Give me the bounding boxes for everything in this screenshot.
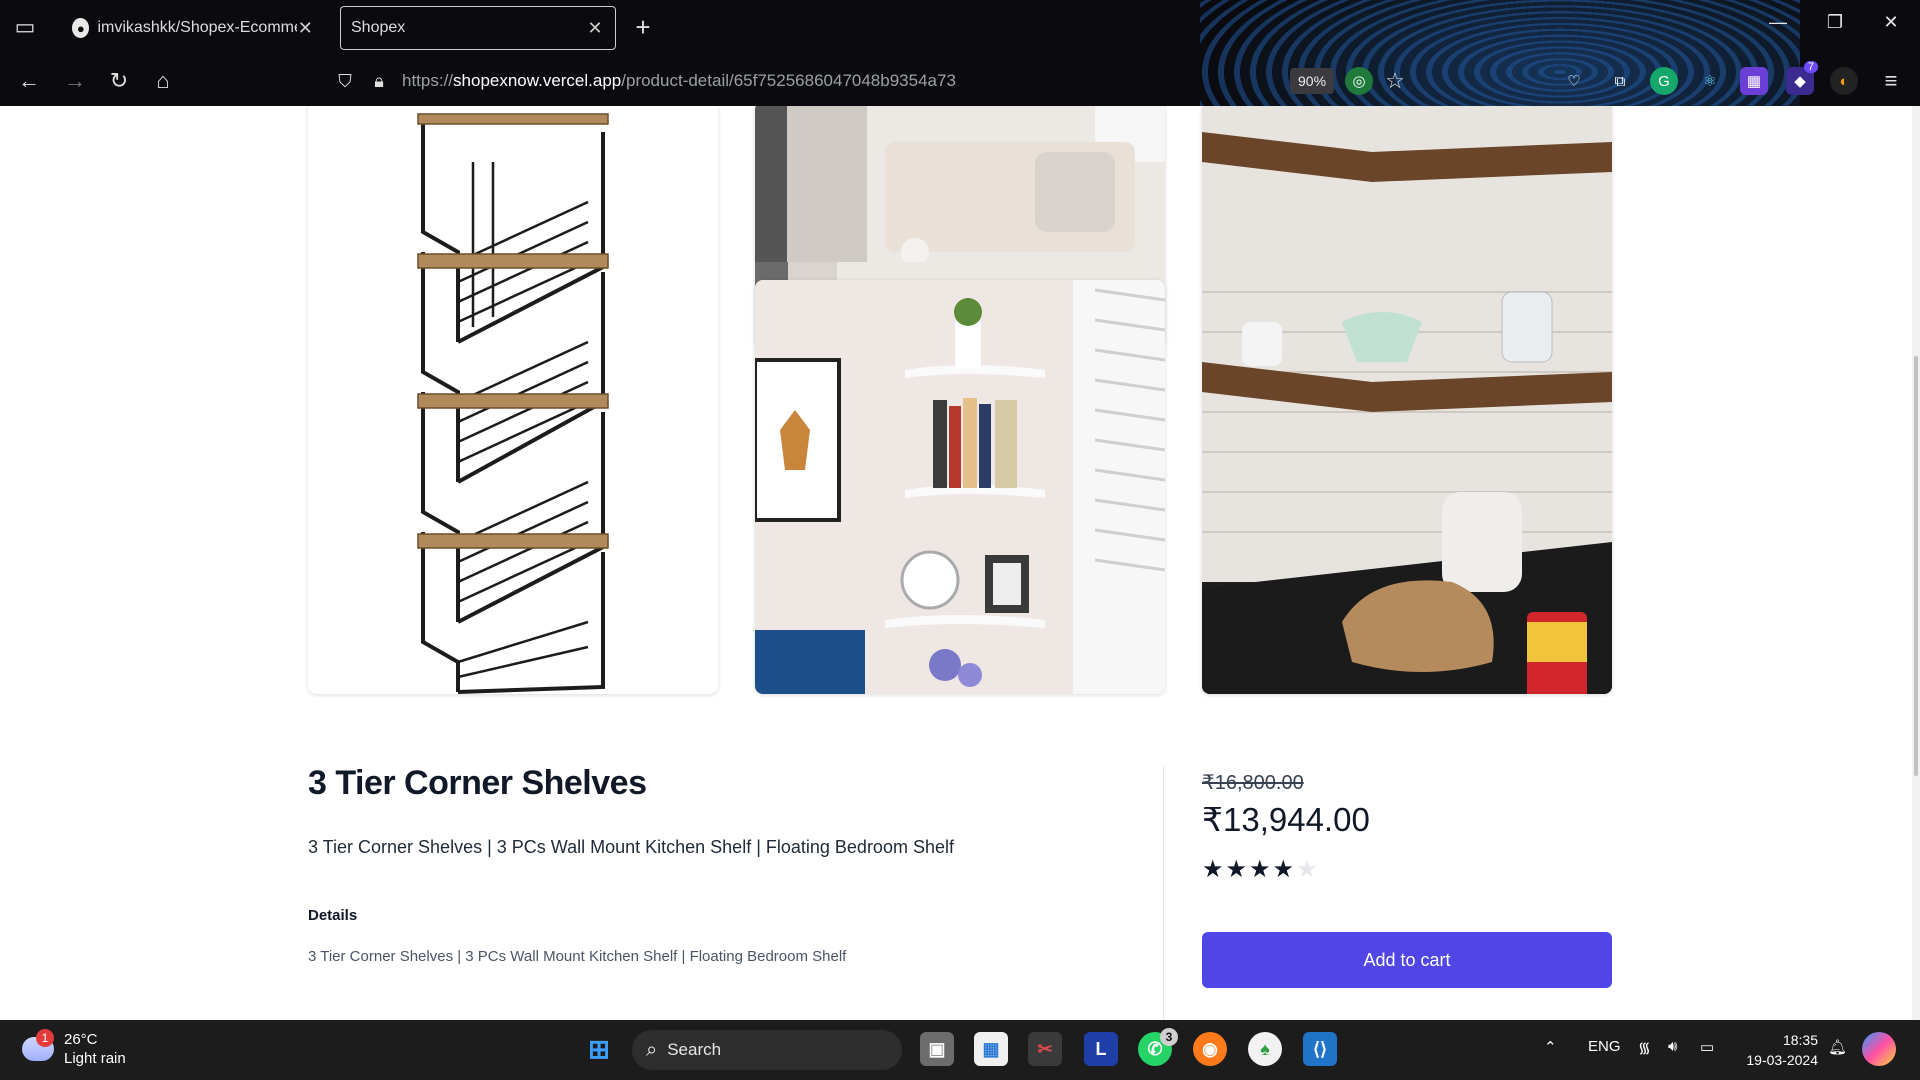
corner-shelf-illustration bbox=[417, 113, 609, 694]
star-rating: ★ ★ ★ ★ ★ bbox=[1202, 858, 1318, 882]
vscode-icon[interactable]: ⟨⟩ bbox=[1303, 1032, 1337, 1066]
navigation-bar: ← → ↻ ⌂ ⛉ 🔒︎ https://shopexnow.vercel.ap… bbox=[0, 60, 1920, 104]
lock-icon[interactable]: 🔒︎ bbox=[364, 66, 394, 96]
bookshelf-photo bbox=[755, 280, 1165, 694]
tab-title: imvikashkk/Shopex-Ecommerce bbox=[97, 19, 296, 36]
page-scrollbar[interactable] bbox=[1912, 106, 1920, 1020]
start-icon[interactable]: ⊞ bbox=[582, 1032, 616, 1066]
product-detail-page: 3 Tier Corner Shelves 3 Tier Corner Shel… bbox=[0, 106, 1920, 1020]
tab-shopex[interactable]: Shopex ✕ bbox=[340, 6, 616, 50]
taskbar-search[interactable]: ⌕ Search bbox=[632, 1030, 902, 1070]
store-icon[interactable]: ▦ bbox=[974, 1032, 1008, 1066]
rain-cloud-icon: 1 bbox=[22, 1029, 54, 1061]
react-devtools-icon[interactable]: ⚛ bbox=[1696, 67, 1724, 95]
search-label: Search bbox=[667, 1040, 722, 1059]
battery-icon[interactable]: ▭ bbox=[1700, 1038, 1714, 1056]
scrollbar-thumb[interactable] bbox=[1914, 356, 1918, 776]
close-window-icon[interactable]: ✕ bbox=[1876, 12, 1906, 33]
tab-github[interactable]: ● imvikashkk/Shopex-Ecommerce ✕ bbox=[62, 6, 324, 50]
pocket-icon[interactable]: ♡ bbox=[1560, 67, 1588, 95]
whatsapp-badge: 3 bbox=[1160, 1028, 1178, 1046]
weather-temperature: 26°C bbox=[64, 1031, 98, 1048]
tracking-protection-icon[interactable]: ◎ bbox=[1345, 67, 1373, 95]
color-picker-icon[interactable]: ▦ bbox=[1740, 67, 1768, 95]
mongodb-compass-icon[interactable]: ♠ bbox=[1248, 1032, 1282, 1066]
star-filled-icon: ★ bbox=[1272, 856, 1295, 883]
details-text: 3 Tier Corner Shelves | 3 PCs Wall Mount… bbox=[308, 948, 847, 965]
browser-chrome: ▭ ● imvikashkk/Shopex-Ecommerce ✕ Shopex… bbox=[0, 0, 1920, 106]
copilot-icon[interactable] bbox=[1862, 1032, 1896, 1066]
extension-badge-icon[interactable]: 7 ◆ bbox=[1786, 61, 1818, 95]
star-filled-icon: ★ bbox=[1225, 856, 1248, 883]
task-view-icon[interactable]: ▣ bbox=[920, 1032, 954, 1066]
firefox-icon[interactable]: ◉ bbox=[1193, 1032, 1227, 1066]
product-image-bookshelf[interactable] bbox=[755, 280, 1165, 694]
kitchen-photo bbox=[1202, 106, 1612, 694]
tab-strip: ▭ ● imvikashkk/Shopex-Ecommerce ✕ Shopex… bbox=[0, 0, 1920, 54]
notification-bell-icon[interactable]: 🔔︎ bbox=[1828, 1038, 1847, 1056]
star-filled-icon: ★ bbox=[1249, 856, 1271, 883]
clock-date: 19-03-2024 bbox=[1746, 1052, 1818, 1068]
tab-overview-icon[interactable]: ▭ bbox=[10, 12, 40, 42]
original-price: ₹16,800.00 bbox=[1202, 772, 1304, 794]
tab-title: Shopex bbox=[351, 19, 406, 36]
close-tab-icon[interactable]: ✕ bbox=[585, 18, 605, 39]
weather-description: Light rain bbox=[64, 1050, 126, 1067]
bookmark-star-icon[interactable]: ☆ bbox=[1380, 66, 1410, 96]
clock[interactable]: 18:35 19-03-2024 bbox=[1736, 1030, 1818, 1070]
whatsapp-icon[interactable]: ✆ 3 bbox=[1138, 1028, 1178, 1066]
github-icon: ● bbox=[72, 18, 90, 38]
volume-icon[interactable]: 🔊︎ bbox=[1668, 1038, 1677, 1055]
product-description: 3 Tier Corner Shelves | 3 PCs Wall Mount… bbox=[308, 837, 954, 857]
close-tab-icon[interactable]: ✕ bbox=[297, 18, 314, 39]
zoom-indicator[interactable]: 90% bbox=[1290, 68, 1335, 94]
weather-widget[interactable]: 1 26°C Light rain bbox=[22, 1029, 126, 1068]
windows-taskbar: 1 26°C Light rain ⊞ ⌕ Search ▣ ▦ ✂ L ✆ 3 … bbox=[0, 1020, 1920, 1080]
details-heading: Details bbox=[308, 907, 358, 924]
weather-badge: 1 bbox=[36, 1029, 54, 1047]
column-divider bbox=[1163, 766, 1164, 1020]
minimize-icon[interactable]: — bbox=[1763, 12, 1793, 33]
language-indicator[interactable]: ENG bbox=[1588, 1038, 1621, 1055]
show-hidden-icons[interactable]: ⌃ bbox=[1544, 1038, 1557, 1056]
menu-icon[interactable]: ≡ bbox=[1876, 66, 1906, 96]
url-text: https://shopexnow.vercel.app/product-det… bbox=[402, 71, 956, 90]
add-to-cart-button[interactable]: Add to cart bbox=[1202, 932, 1612, 988]
snipping-tool-icon[interactable]: ✂ bbox=[1028, 1032, 1062, 1066]
forward-icon[interactable]: → bbox=[60, 66, 90, 96]
address-bar[interactable]: https://shopexnow.vercel.app/product-det… bbox=[402, 62, 1362, 100]
wifi-icon[interactable]: ᯾ bbox=[1638, 1038, 1651, 1058]
new-tab-icon[interactable]: + bbox=[628, 12, 658, 42]
grammarly-icon[interactable]: G bbox=[1650, 67, 1678, 95]
back-icon[interactable]: ← bbox=[14, 66, 44, 96]
search-icon: ⌕ bbox=[646, 1038, 658, 1061]
product-image-shelf[interactable] bbox=[308, 106, 718, 694]
home-icon[interactable]: ⌂ bbox=[148, 66, 178, 96]
discounted-price: ₹13,944.00 bbox=[1202, 801, 1370, 838]
star-empty-icon: ★ bbox=[1296, 856, 1318, 883]
clock-time: 18:35 bbox=[1782, 1032, 1818, 1048]
star-filled-icon: ★ bbox=[1202, 856, 1224, 883]
product-image-kitchen[interactable] bbox=[1202, 106, 1612, 694]
product-title: 3 Tier Corner Shelves bbox=[308, 764, 647, 802]
living-room-photo bbox=[755, 106, 1165, 266]
restore-icon[interactable]: ❐ bbox=[1820, 12, 1850, 33]
shield-icon[interactable]: ⛉ bbox=[330, 66, 360, 96]
extensions-icon[interactable]: ⧉ bbox=[1606, 67, 1634, 95]
reload-icon[interactable]: ↻ bbox=[104, 66, 134, 96]
l-app-icon[interactable]: L bbox=[1084, 1032, 1118, 1066]
profile-extension-icon[interactable]: ◐ bbox=[1830, 67, 1858, 95]
